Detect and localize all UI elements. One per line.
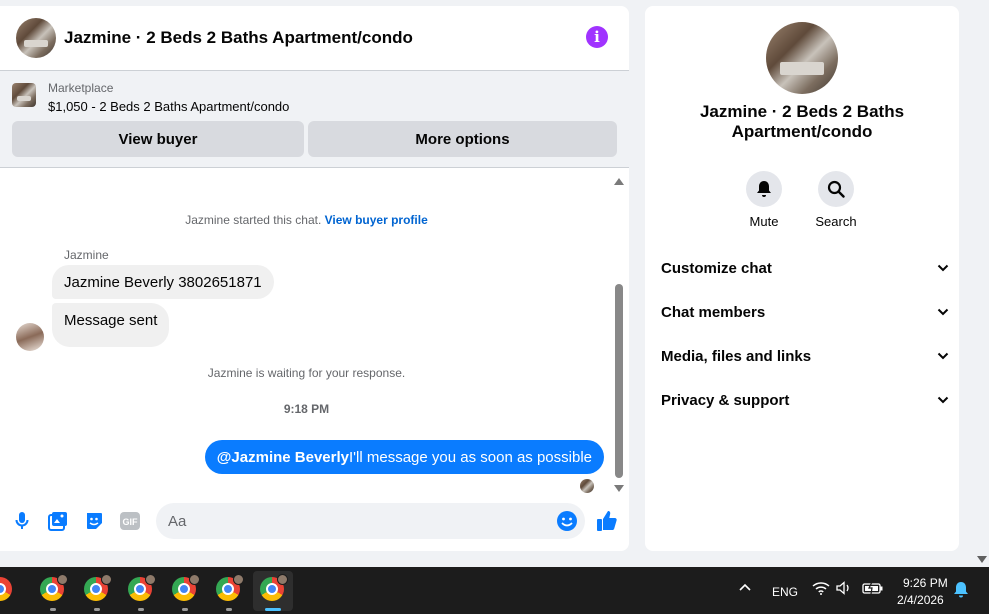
message-scrollbar[interactable] <box>613 174 625 494</box>
read-receipt-avatar <box>580 479 594 493</box>
chrome-taskbar-icon[interactable] <box>84 574 112 611</box>
chrome-taskbar-icon[interactable] <box>40 574 68 611</box>
message-list: Jazmine started this chat. View buyer pr… <box>0 168 629 493</box>
search-label: Search <box>815 214 857 229</box>
composer: GIF <box>0 502 629 542</box>
outgoing-message[interactable]: @Jazmine Beverly I'll message you as soon… <box>204 440 604 474</box>
active-app-indicator <box>265 608 281 611</box>
chrome-taskbar-icon[interactable] <box>172 574 200 611</box>
chat-title[interactable]: Jazmine · 2 Beds 2 Baths Apartment/condo <box>64 28 413 48</box>
chevron-down-icon <box>935 392 951 408</box>
section-label: Customize chat <box>661 259 772 277</box>
chrome-taskbar-icon[interactable] <box>260 574 288 603</box>
customize-chat-section[interactable]: Customize chat <box>661 246 951 290</box>
wifi-icon[interactable] <box>812 581 830 598</box>
chrome-taskbar-icon[interactable] <box>0 577 14 603</box>
chevron-down-icon <box>935 348 951 364</box>
chat-members-section[interactable]: Chat members <box>661 290 951 334</box>
notification-bell-icon[interactable] <box>953 581 969 601</box>
photo-icon[interactable] <box>47 510 69 532</box>
microphone-icon[interactable] <box>11 510 33 532</box>
chrome-taskbar-icon[interactable] <box>216 574 244 611</box>
outgoing-message-text: I'll message you as soon as possible <box>349 448 592 466</box>
scroll-thumb[interactable] <box>615 284 623 478</box>
message-timestamp: 9:18 PM <box>283 402 330 416</box>
chevron-down-icon <box>935 304 951 320</box>
details-title: Jazmine · 2 Beds 2 Baths Apartment/condo <box>699 102 905 141</box>
bell-icon[interactable] <box>746 171 782 207</box>
scroll-up-arrow-icon[interactable] <box>614 178 624 185</box>
mute-action[interactable]: Mute <box>734 171 794 229</box>
chevron-up-icon[interactable] <box>738 581 752 595</box>
sender-name: Jazmine <box>64 248 109 262</box>
section-label: Media, files and links <box>661 347 812 365</box>
mute-label: Mute <box>749 214 779 229</box>
section-label: Chat members <box>661 303 766 321</box>
view-buyer-button[interactable]: View buyer <box>12 121 304 157</box>
chat-panel: Jazmine · 2 Beds 2 Baths Apartment/condo… <box>0 6 629 551</box>
waiting-notice: Jazmine is waiting for your response. <box>207 366 406 380</box>
marketplace-banner: Marketplace $1,050 - 2 Beds 2 Baths Apar… <box>0 71 629 168</box>
chrome-taskbar-icon[interactable] <box>128 574 156 611</box>
thumbs-up-icon[interactable] <box>595 509 619 533</box>
more-options-button[interactable]: More options <box>308 121 617 157</box>
chat-header: Jazmine · 2 Beds 2 Baths Apartment/condo… <box>0 6 629 71</box>
message-input[interactable] <box>156 503 585 539</box>
volume-icon[interactable] <box>836 581 852 598</box>
sticker-icon[interactable] <box>83 510 105 532</box>
chat-started-text: Jazmine started this chat. <box>185 213 322 227</box>
battery-icon[interactable] <box>862 581 884 598</box>
clock-date[interactable]: 2/4/2026 <box>897 593 944 607</box>
section-label: Privacy & support <box>661 391 790 409</box>
details-avatar[interactable] <box>766 22 838 94</box>
conversation-details-panel: Jazmine · 2 Beds 2 Baths Apartment/condo… <box>645 6 959 551</box>
incoming-message[interactable]: Message sent <box>52 303 170 347</box>
chevron-down-icon <box>935 260 951 276</box>
view-buyer-profile-link[interactable]: View buyer profile <box>325 213 428 227</box>
chat-started-notice: Jazmine started this chat. View buyer pr… <box>0 213 613 227</box>
privacy-support-section[interactable]: Privacy & support <box>661 378 951 422</box>
sender-avatar[interactable] <box>16 323 44 351</box>
clock-time[interactable]: 9:26 PM <box>903 576 948 590</box>
gif-label: GIF <box>123 517 139 527</box>
search-action[interactable]: Search <box>806 171 866 229</box>
marketplace-label: Marketplace <box>48 81 114 95</box>
incoming-message[interactable]: Jazmine Beverly 3802651871 <box>52 265 274 299</box>
listing-thumbnail <box>12 83 36 107</box>
info-icon[interactable]: i <box>586 26 608 48</box>
listing-avatar[interactable] <box>16 18 56 58</box>
listing-title[interactable]: $1,050 - 2 Beds 2 Baths Apartment/condo <box>48 99 289 114</box>
mention[interactable]: @Jazmine Beverly <box>217 449 349 466</box>
media-files-links-section[interactable]: Media, files and links <box>661 334 951 378</box>
taskbar: ENG 9:26 PM 2/4/2026 <box>0 567 989 614</box>
emoji-icon[interactable] <box>556 510 578 532</box>
search-icon[interactable] <box>818 171 854 207</box>
gif-icon[interactable]: GIF <box>119 510 141 532</box>
language-indicator[interactable]: ENG <box>772 585 798 599</box>
scroll-down-arrow-icon[interactable] <box>614 485 624 492</box>
page-scroll-down-arrow-icon[interactable] <box>977 556 987 563</box>
